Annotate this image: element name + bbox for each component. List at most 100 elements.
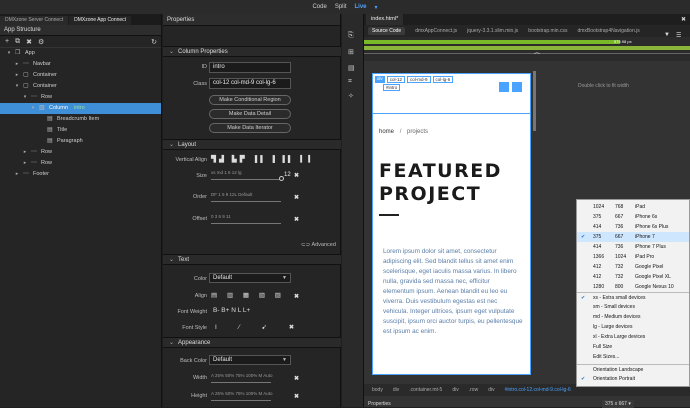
badge-class[interactable]: col-12	[386, 76, 406, 83]
badge-class[interactable]: col-lg-6	[432, 76, 454, 83]
tag-crumb[interactable]: .row	[469, 387, 478, 393]
badge-tag[interactable]: div	[375, 76, 385, 83]
breadcrumb-home[interactable]: home	[379, 129, 394, 135]
refresh-icon[interactable]: ↻	[151, 38, 157, 46]
text-section[interactable]: ⌄ Text	[163, 254, 341, 265]
settings-icon[interactable]	[499, 82, 509, 92]
tree-item[interactable]: ▾ ⋯ Row	[0, 92, 161, 103]
tree-item[interactable]: ▸ ⋯ Navbar	[0, 59, 161, 70]
orientation-option[interactable]: ✔ Orientation Portrait	[577, 374, 689, 384]
related-file[interactable]: bootstrap.min.css	[528, 28, 567, 34]
tree-caret-icon[interactable]: ▾	[14, 81, 20, 92]
code-view-button[interactable]: Code	[312, 4, 326, 10]
clear-height-icon[interactable]: ✖	[294, 393, 299, 400]
document-tab[interactable]: index.html*	[366, 14, 404, 25]
device-size-option[interactable]: 414 736 iPhone 7 Plus	[577, 242, 689, 252]
vertical-scrollbar[interactable]	[533, 71, 536, 131]
device-size-option[interactable]: 375 667 iPhone 6s	[577, 212, 689, 222]
tree-caret-icon[interactable]: ▸	[14, 169, 20, 180]
close-icon[interactable]: ✖	[681, 16, 686, 23]
split-view-button[interactable]: Split	[335, 4, 347, 10]
tree-caret-icon[interactable]: ▸	[22, 147, 28, 158]
height-slider[interactable]	[211, 400, 271, 401]
tree-item[interactable]: ▤ Breadcrumb Item	[0, 114, 161, 125]
related-file[interactable]: jquery-3.3.1.slim.min.js	[467, 28, 518, 34]
tag-crumb[interactable]: body	[372, 387, 383, 393]
tab-app-connect[interactable]: DMXzone App Connect	[69, 16, 132, 25]
tree-item[interactable]: ▸ ⋯ Row	[0, 147, 161, 158]
tree-caret-icon[interactable]: ▾	[22, 92, 28, 103]
appearance-section[interactable]: ⌄ Appearance	[163, 337, 341, 348]
clear-order-icon[interactable]: ✖	[294, 194, 299, 201]
media-query-bar-green[interactable]	[364, 40, 620, 44]
breakpoint-option[interactable]: xl - Extra Large devices	[577, 332, 689, 342]
components-icon[interactable]: ⚙	[38, 38, 44, 46]
device-size-option[interactable]: 1280 800 Google Nexus 10	[577, 282, 689, 292]
related-file-source[interactable]: Source Code	[368, 27, 406, 35]
size-slider[interactable]	[211, 179, 281, 180]
tree-item[interactable]: ▤ Paragraph	[0, 136, 161, 147]
tree-item[interactable]: ▾ ▢ Container	[0, 81, 161, 92]
chevron-down-icon[interactable]: ▾	[375, 4, 378, 11]
breakpoint-option[interactable]: md - Medium devices	[577, 312, 689, 322]
breakpoint-option[interactable]: lg - Large devices	[577, 322, 689, 332]
filter-icon[interactable]: ▼	[664, 32, 670, 38]
breakpoint-option[interactable]: Edit Sizes...	[577, 352, 689, 362]
add-icon[interactable]: +	[5, 38, 9, 45]
clear-align-icon[interactable]: ✖	[294, 293, 299, 300]
device-size-option[interactable]: ✔ 375 667 iPhone 7	[577, 232, 689, 242]
clear-width-icon[interactable]: ✖	[294, 375, 299, 382]
badge-class[interactable]: col-md-9	[407, 76, 431, 83]
tree-caret-icon[interactable]: ▸	[14, 59, 20, 70]
tag-crumb[interactable]: .container.mt-5	[409, 387, 442, 393]
assets-icon[interactable]: ✧	[348, 92, 354, 100]
tree-item[interactable]: ▸ ⋯ Row	[0, 158, 161, 169]
device-size-option[interactable]: 412 732 Google Pixel	[577, 262, 689, 272]
align-options[interactable]: ▤ ▥ ▦ ▧ ▨	[211, 291, 285, 299]
tree-caret-icon[interactable]: ▾	[30, 103, 36, 114]
clear-size-icon[interactable]: ✖	[294, 172, 299, 179]
vertical-align-options[interactable]: ▜▟ ▙▛ ▐▌ ▌▐▌ ▍▍	[211, 155, 316, 163]
tree-item[interactable]: ▸ ▢ Container	[0, 70, 161, 81]
dom-icon[interactable]: ⌗	[348, 78, 352, 86]
breakpoint-option[interactable]: Full Size	[577, 342, 689, 352]
order-slider[interactable]	[211, 201, 281, 202]
tag-crumb[interactable]: div	[488, 387, 494, 393]
ruler-handle-icon[interactable]: ⌒	[534, 51, 540, 60]
device-size-option[interactable]: 1366 1024 iPad Pro	[577, 252, 689, 262]
duplicate-icon[interactable]: ⧉	[15, 38, 20, 46]
color-select[interactable]: Default ▼	[209, 273, 291, 283]
tag-crumb[interactable]: div	[393, 387, 399, 393]
data-detail-button[interactable]: Make Data Detail	[209, 109, 291, 119]
insert-icon[interactable]: ⊞	[348, 48, 354, 56]
delete-icon[interactable]: ✖	[26, 38, 32, 46]
related-file[interactable]: dmxBootstrap4Navigation.js	[577, 28, 639, 34]
add-element-icon[interactable]	[512, 82, 522, 92]
badge-id[interactable]: #intro	[383, 84, 401, 91]
tree-caret-icon[interactable]: ▸	[22, 158, 28, 169]
tab-server-connect[interactable]: DMXzone Server Connect	[0, 16, 69, 25]
advanced-toggle[interactable]: ⊂⊃ Advanced	[301, 242, 336, 248]
font-style-options[interactable]: I ⁄ ➹ ✖	[215, 323, 304, 331]
font-weight-options[interactable]: B- B+ N L L+	[213, 307, 250, 314]
tree-caret-icon[interactable]: ▸	[14, 70, 20, 81]
tree-item[interactable]: ▸ ⋯ Footer	[0, 169, 161, 180]
offset-slider[interactable]	[211, 223, 281, 224]
device-size-option[interactable]: 412 732 Google Pixel XL	[577, 272, 689, 282]
clear-offset-icon[interactable]: ✖	[294, 216, 299, 223]
tree-item[interactable]: ▾ ▥ Column intro	[0, 103, 161, 114]
related-file[interactable]: dmxAppConnect.js	[415, 28, 457, 34]
class-field[interactable]: col-12 col-md-9 col-lg-6	[209, 78, 291, 89]
data-iterator-button[interactable]: Make Data Iterator	[209, 123, 291, 133]
device-size-option[interactable]: 1024 768 iPad	[577, 202, 689, 212]
width-slider[interactable]	[211, 382, 271, 383]
tree-item[interactable]: ▾ ❐ App	[0, 48, 161, 59]
live-view-button[interactable]: Live	[354, 4, 366, 10]
css-icon[interactable]: ▤	[348, 64, 355, 72]
files-icon[interactable]: ⎘	[348, 32, 354, 40]
column-properties-section[interactable]: ⌄ Column Properties	[163, 46, 341, 57]
media-query-bar-lime[interactable]	[364, 46, 690, 50]
menu-icon[interactable]: ☰	[676, 32, 681, 39]
tree-item[interactable]: ▤ Title	[0, 125, 161, 136]
tag-crumb[interactable]: div	[452, 387, 458, 393]
